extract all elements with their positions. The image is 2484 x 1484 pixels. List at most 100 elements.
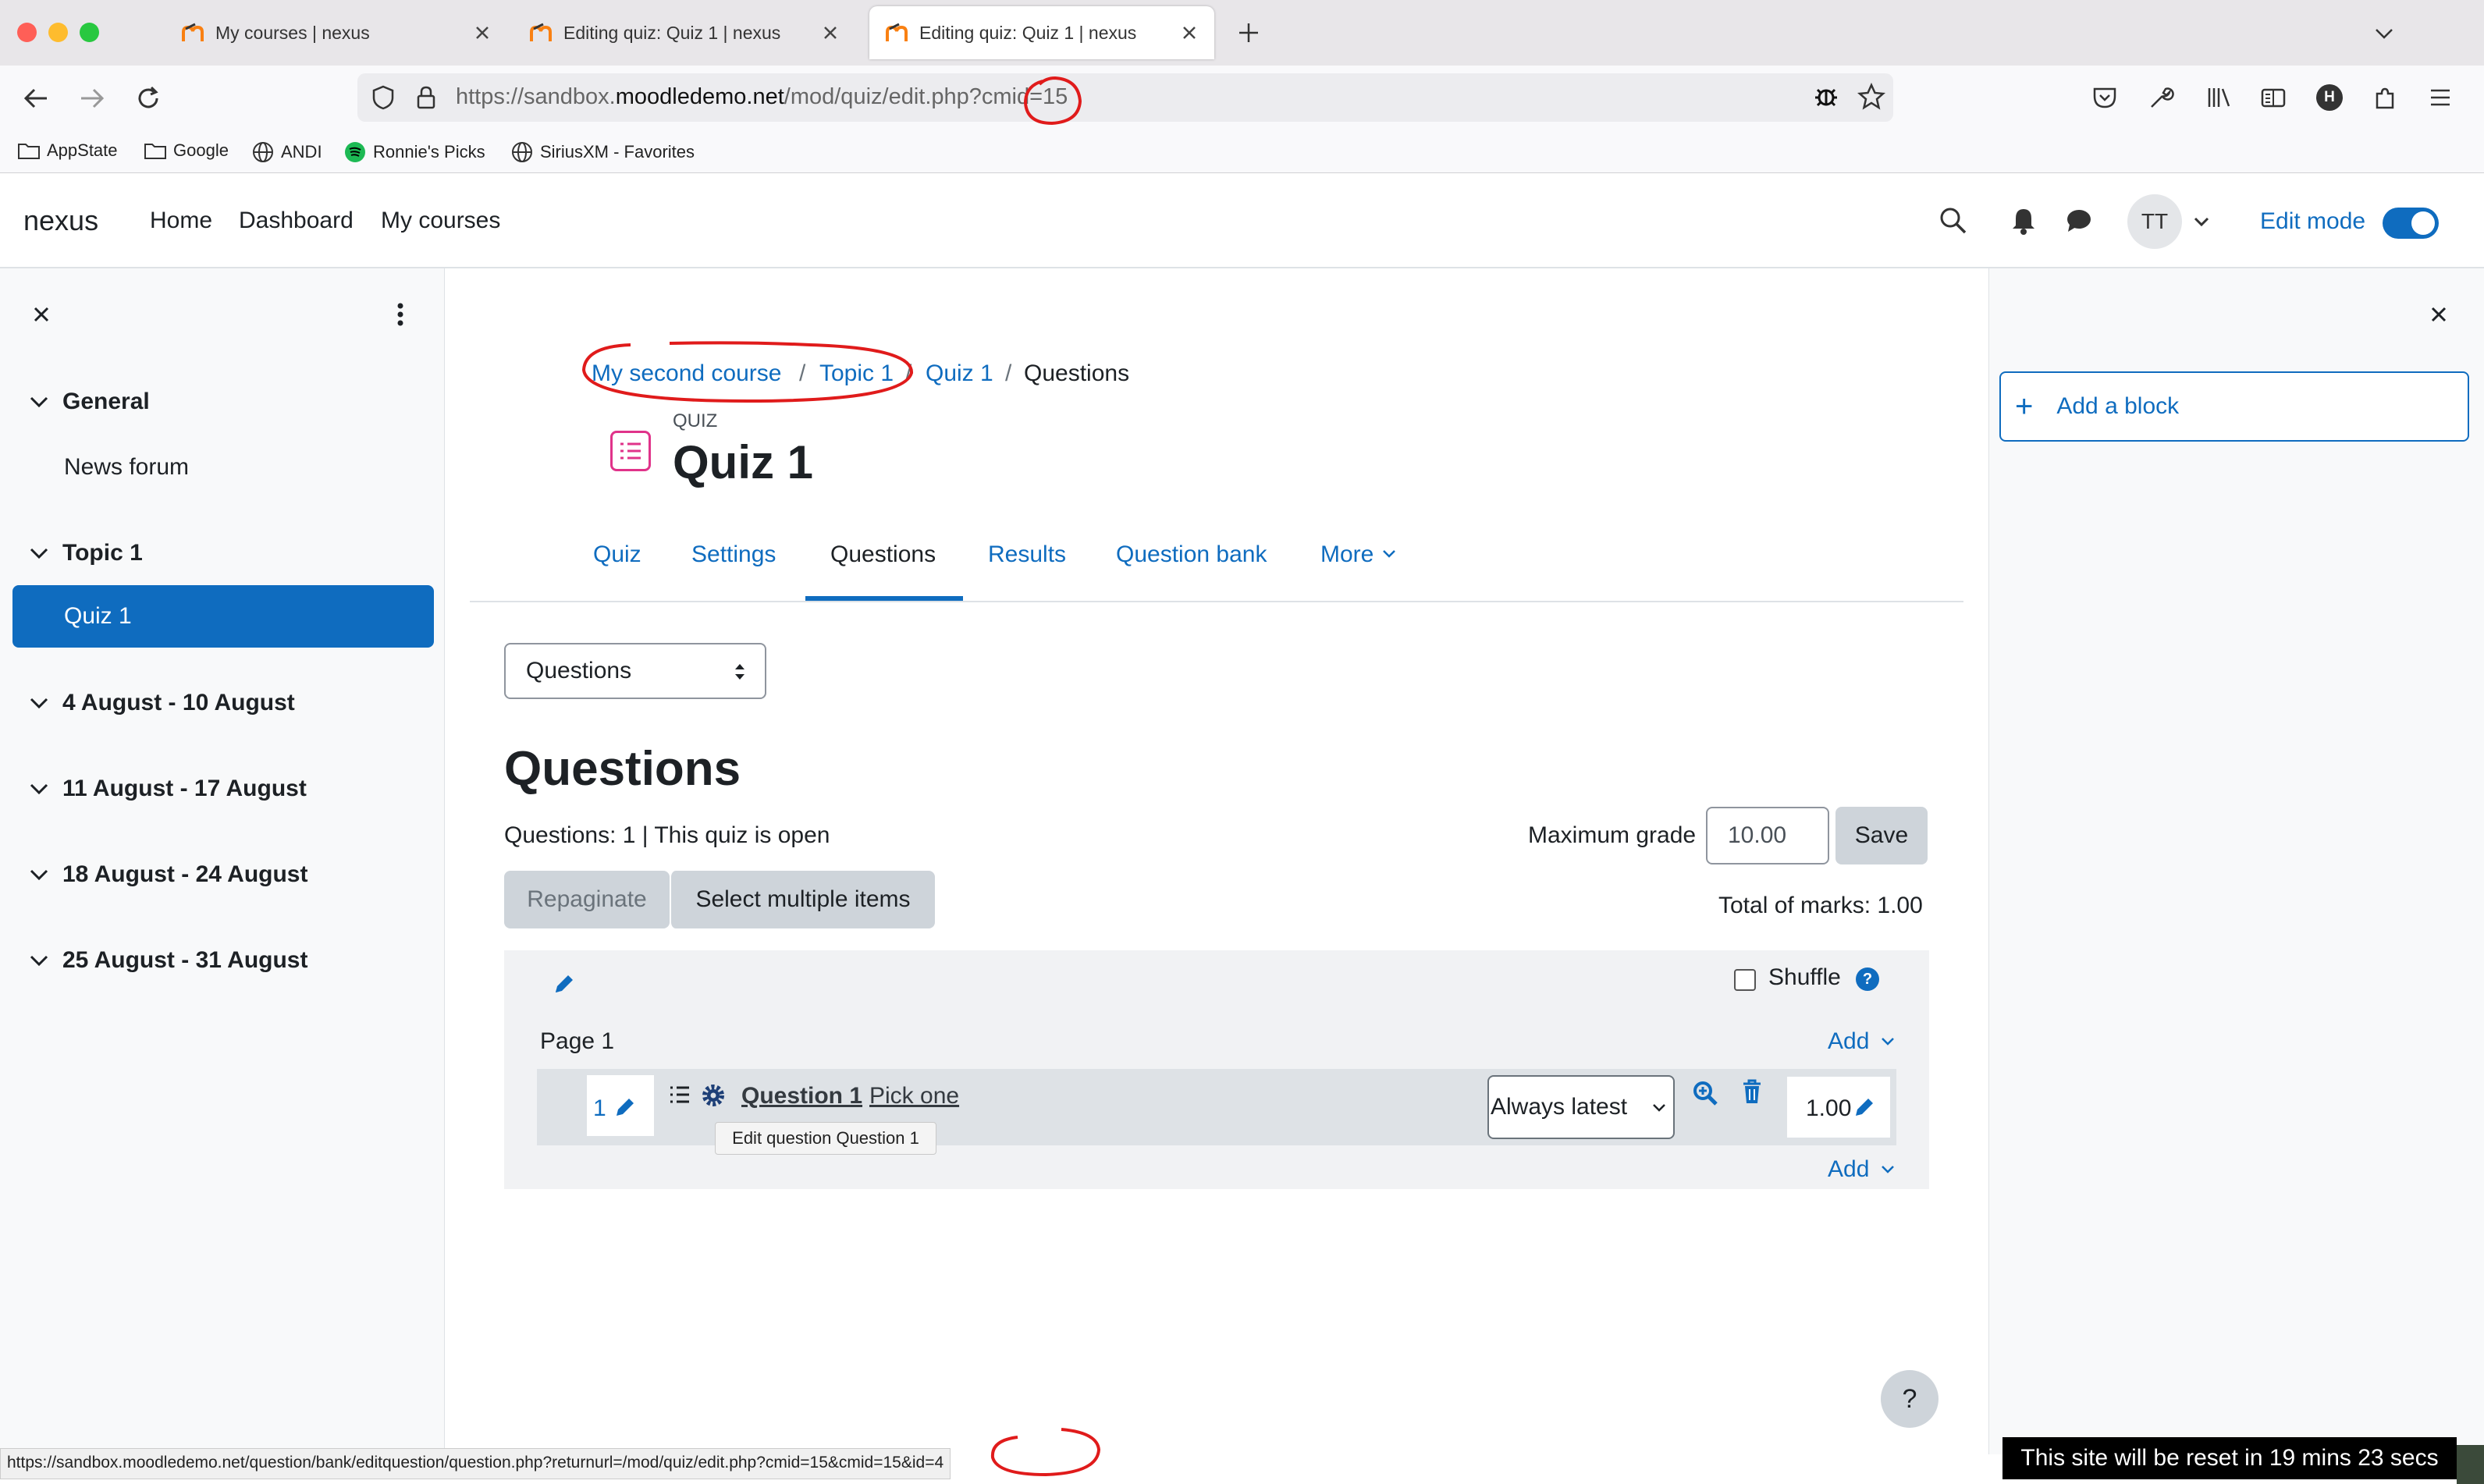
add-question-menu-bottom[interactable]: Add [1828, 1156, 1896, 1183]
more-options-icon[interactable] [395, 301, 406, 328]
chevron-down-icon [1383, 550, 1395, 558]
add-a-block-button[interactable]: + Add a block [1999, 371, 2469, 442]
shuffle-help-icon[interactable]: ? [1856, 967, 1879, 991]
quiz-activity-icon [610, 431, 651, 471]
close-window-button[interactable] [17, 23, 37, 42]
edit-mode-label[interactable]: Edit mode [2260, 208, 2365, 235]
nav-home-link[interactable]: Home [150, 208, 212, 234]
search-icon[interactable] [1939, 206, 1968, 236]
lock-icon[interactable] [415, 84, 437, 111]
bookmark-link[interactable]: SiriusXM - Favorites [510, 140, 695, 164]
user-avatar[interactable]: TT [2127, 194, 2182, 249]
repaginate-button[interactable]: Repaginate [504, 871, 670, 928]
site-brand[interactable]: nexus [23, 204, 98, 237]
tracking-protection-shield-icon[interactable] [371, 84, 395, 111]
nav-my-courses-link[interactable]: My courses [381, 208, 500, 234]
questions-heading: Questions [504, 742, 741, 796]
wrench-icon[interactable] [2148, 84, 2174, 111]
course-section-week[interactable]: 4 August - 10 August [28, 690, 295, 716]
tab-more[interactable]: More [1320, 541, 1373, 568]
course-section-week[interactable]: 11 August - 17 August [28, 776, 307, 802]
browser-tab[interactable]: My courses | nexus [167, 6, 507, 59]
tab-question-bank[interactable]: Question bank [1116, 541, 1267, 568]
save-button[interactable]: Save [1835, 807, 1928, 864]
help-question-button[interactable]: ? [1881, 1370, 1939, 1428]
site-reset-notice: This site will be reset in 19 mins 23 se… [2002, 1437, 2457, 1479]
breadcrumb-current: Questions [1024, 360, 1130, 386]
course-item-quiz-1-active[interactable]: Quiz 1 [12, 585, 434, 648]
zoom-window-button[interactable] [80, 23, 99, 42]
gear-icon[interactable] [701, 1083, 726, 1108]
forward-icon[interactable] [78, 86, 106, 111]
browser-tab-strip: My courses | nexus Editing quiz: Quiz 1 … [0, 0, 2484, 66]
messages-icon[interactable] [2065, 208, 2093, 234]
close-tab-icon[interactable] [471, 22, 493, 44]
course-section-week[interactable]: 18 August - 24 August [28, 861, 307, 888]
back-icon[interactable] [22, 86, 50, 111]
nav-dashboard-link[interactable]: Dashboard [239, 208, 354, 234]
question-version-select[interactable]: Always latest [1487, 1075, 1675, 1139]
course-section-week[interactable]: 25 August - 31 August [28, 947, 307, 974]
bookmark-star-icon[interactable] [1857, 83, 1885, 111]
page-title: Quiz 1 [673, 436, 814, 488]
edit-slot-number-pencil-icon[interactable] [612, 1094, 638, 1120]
delete-trash-icon[interactable] [1740, 1078, 1764, 1105]
tab-questions[interactable]: Questions [830, 541, 936, 568]
browser-tab-active[interactable]: Editing quiz: Quiz 1 | nexus [869, 6, 1214, 59]
profile-avatar-icon[interactable]: H [2316, 84, 2343, 111]
quiz-status-text: Questions: 1 | This quiz is open [504, 822, 830, 848]
preview-zoom-icon[interactable] [1692, 1080, 1718, 1106]
breadcrumb-quiz[interactable]: Quiz 1 [926, 360, 993, 387]
close-drawer-icon[interactable] [30, 303, 53, 326]
chevron-down-icon [30, 698, 48, 709]
tab-quiz[interactable]: Quiz [593, 541, 641, 568]
slot-number[interactable]: 1 [593, 1095, 606, 1122]
edit-mark-pencil-icon[interactable] [1851, 1094, 1878, 1120]
bookmark-folder[interactable]: AppState [17, 140, 118, 161]
tab-list-chevron-icon[interactable] [2372, 22, 2396, 45]
page-label: Page 1 [540, 1028, 615, 1054]
notifications-bell-icon[interactable] [2010, 206, 2037, 236]
breadcrumb-course[interactable]: My second course [592, 360, 781, 387]
close-tab-icon[interactable] [819, 22, 841, 44]
course-section-topic-1[interactable]: Topic 1 [28, 540, 143, 566]
bookmark-link[interactable]: Ronnie's Picks [343, 140, 485, 164]
chevron-down-icon [30, 783, 48, 795]
minimize-window-button[interactable] [48, 23, 68, 42]
edit-mode-toggle[interactable] [2383, 208, 2439, 239]
tab-settings[interactable]: Settings [691, 541, 776, 568]
shuffle-checkbox[interactable] [1734, 969, 1756, 991]
reader-view-icon[interactable] [2260, 84, 2287, 111]
app-menu-icon[interactable] [2427, 86, 2454, 109]
add-question-menu-top[interactable]: Add [1828, 1028, 1896, 1055]
url-text[interactable]: https://sandbox.moodledemo.net/mod/quiz/… [456, 84, 1068, 110]
library-icon[interactable] [2205, 84, 2232, 111]
user-menu-chevron-icon[interactable] [2191, 214, 2212, 229]
breadcrumb-section[interactable]: Topic 1 [819, 360, 894, 387]
close-tab-icon[interactable] [1178, 22, 1200, 44]
multichoice-type-icon [670, 1086, 689, 1103]
bookmark-link[interactable]: ANDI [251, 140, 322, 164]
tab-results[interactable]: Results [988, 541, 1066, 568]
folder-icon [18, 144, 40, 159]
question-text-link[interactable]: Pick one [869, 1083, 959, 1109]
close-block-drawer-icon[interactable] [2427, 303, 2450, 326]
moodle-favicon-icon [530, 23, 552, 41]
course-item-news-forum[interactable]: News forum [64, 454, 189, 481]
question-name-link[interactable]: Question 1 [741, 1083, 862, 1109]
browser-tab[interactable]: Editing quiz: Quiz 1 | nexus [514, 6, 855, 59]
maximum-grade-input[interactable]: 10.00 [1706, 807, 1829, 864]
extension-bug-icon[interactable] [1812, 83, 1840, 111]
extensions-puzzle-icon[interactable] [2372, 84, 2399, 111]
select-multiple-items-button[interactable]: Select multiple items [670, 871, 935, 928]
pocket-icon[interactable] [2091, 84, 2118, 111]
chevron-down-icon [30, 869, 48, 881]
block-drawer [1988, 268, 2484, 1454]
bookmark-folder[interactable]: Google [144, 140, 229, 161]
question-mark-value[interactable]: 1.00 [1806, 1095, 1851, 1122]
new-tab-icon[interactable] [1236, 20, 1261, 45]
reload-icon[interactable] [134, 84, 162, 112]
course-section-general[interactable]: General [28, 389, 150, 415]
page-navigation-select[interactable]: Questions [504, 643, 766, 699]
edit-section-heading-pencil-icon[interactable] [551, 971, 577, 997]
